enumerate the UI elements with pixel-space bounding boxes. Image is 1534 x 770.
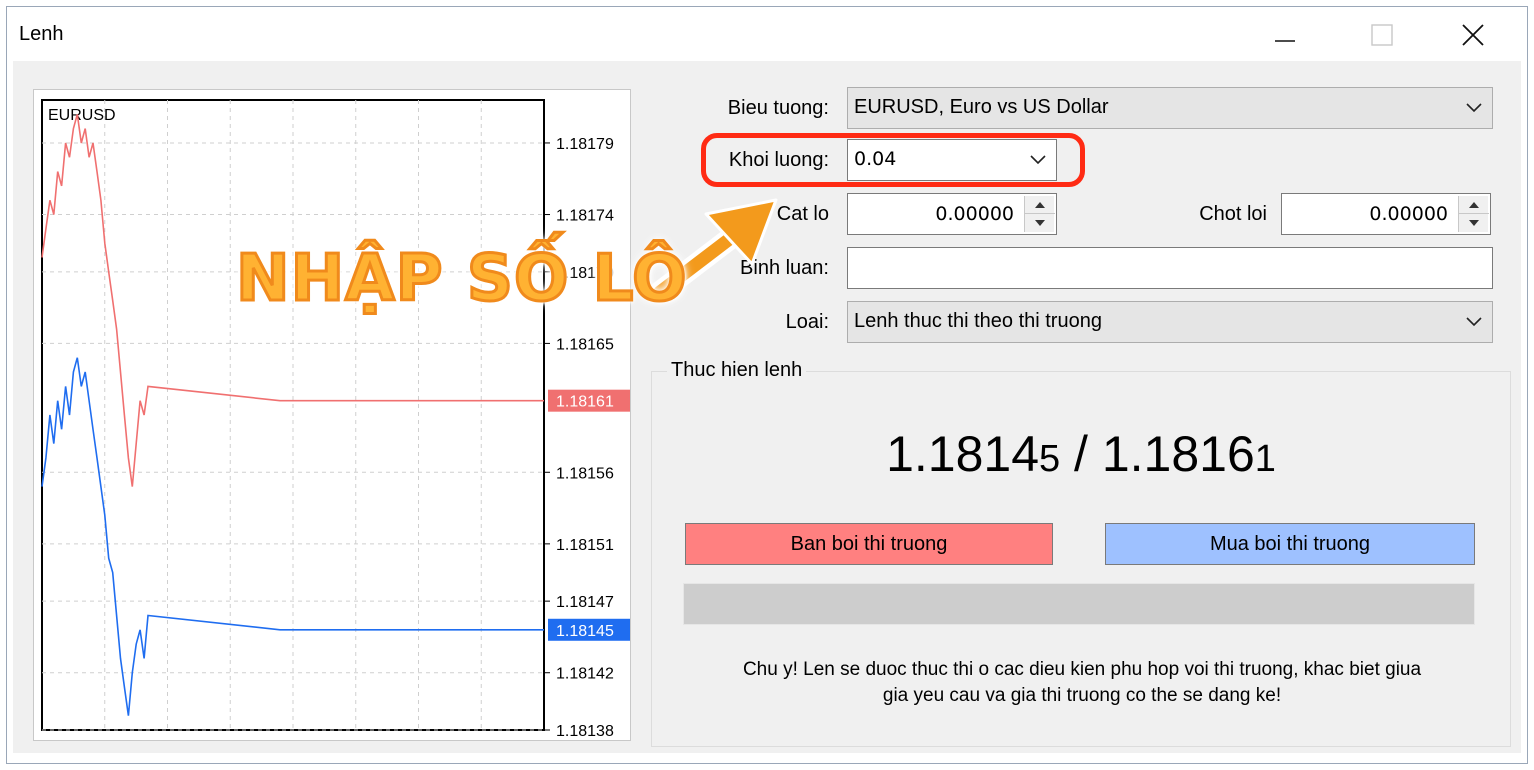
arrow-up-icon[interactable] [1025, 196, 1055, 214]
symbol-value: EURUSD, Euro vs US Dollar [854, 96, 1109, 118]
stoploss-input[interactable]: 0.00000 [847, 193, 1057, 235]
stoploss-spinner[interactable] [1024, 196, 1055, 232]
arrow-up-icon[interactable] [1459, 196, 1489, 214]
order-type-select[interactable]: Lenh thuc thi theo thi truong [847, 301, 1493, 343]
y-tick-label: 1.18142 [556, 666, 614, 683]
notice-line-1: Chu y! Len se duoc thuc thi o cac dieu k… [742, 659, 1422, 680]
volume-highlight-box [701, 133, 1085, 187]
comment-input[interactable] [847, 247, 1493, 289]
minimize-icon [1275, 40, 1295, 42]
bid-price-last-digit: 5 [1039, 438, 1061, 480]
order-window: Lenh 1.18179 1.18174 1.18170 1.18165 1.18156… [6, 6, 1528, 764]
execution-progress-bar [683, 583, 1475, 625]
tick-chart: 1.18179 1.18174 1.18170 1.18165 1.18156 1.181… [33, 89, 631, 741]
y-tick-label: 1.18179 [556, 136, 614, 153]
y-tick-label: 1.18138 [556, 723, 614, 740]
order-type-value: Lenh thuc thi theo thi truong [854, 310, 1102, 332]
arrow-down-icon[interactable] [1459, 214, 1489, 232]
bid-price-main: 1.1814 [886, 426, 1040, 482]
annotation-text: NHẬP SỐ LÔ [235, 241, 689, 318]
close-icon [1462, 24, 1484, 46]
close-button[interactable] [1451, 15, 1497, 55]
bid-price-tag: 1.18145 [556, 623, 614, 640]
y-tick-label: 1.18151 [556, 537, 614, 554]
order-type-label: Loai: [785, 311, 829, 333]
takeprofit-value: 0.00000 [1369, 203, 1448, 225]
chart-symbol-label: EURUSD [48, 107, 116, 124]
execution-notice: Chu y! Len se duoc thuc thi o cac dieu k… [653, 657, 1511, 709]
comment-label: Binh luan: [740, 257, 829, 279]
maximize-icon [1371, 24, 1393, 46]
y-tick-label: 1.18174 [556, 208, 614, 225]
maximize-button [1359, 15, 1405, 55]
dialog-content: 1.18179 1.18174 1.18170 1.18165 1.18156 1.181… [13, 61, 1521, 753]
buy-by-market-button[interactable]: Mua boi thi truong [1105, 523, 1475, 565]
arrow-down-icon[interactable] [1025, 214, 1055, 232]
takeprofit-input[interactable]: 0.00000 [1281, 193, 1491, 235]
title-bar: Lenh [7, 7, 1527, 61]
window-title: Lenh [19, 23, 64, 45]
ask-price-main: 1.1816 [1101, 426, 1255, 482]
symbol-select[interactable]: EURUSD, Euro vs US Dollar [847, 87, 1493, 129]
takeprofit-label: Chot loi [1199, 203, 1267, 225]
execution-group-title: Thuc hien lenh [667, 359, 807, 382]
sell-by-market-button[interactable]: Ban boi thi truong [685, 523, 1053, 565]
ask-price-tag: 1.18161 [556, 394, 614, 411]
y-tick-label: 1.18156 [556, 465, 614, 482]
minimize-button[interactable] [1261, 15, 1307, 55]
y-tick-label: 1.18147 [556, 594, 614, 611]
notice-line-2: gia yeu cau va gia thi truong co the se … [882, 685, 1282, 706]
price-separator: / [1060, 426, 1102, 482]
ask-price-last-digit: 1 [1254, 438, 1276, 480]
price-quote: 1.18145 / 1.18161 [651, 425, 1511, 483]
stoploss-value: 0.00000 [935, 203, 1014, 225]
chevron-down-icon [1466, 103, 1482, 113]
chevron-down-icon [1466, 317, 1482, 327]
symbol-label: Bieu tuong: [727, 97, 829, 119]
stoploss-label: Cat lo [776, 203, 829, 225]
y-tick-label: 1.18165 [556, 336, 614, 353]
tick-chart-svg: 1.181791.181741.181701.181651.181561.181… [41, 99, 630, 740]
takeprofit-spinner[interactable] [1458, 196, 1489, 232]
